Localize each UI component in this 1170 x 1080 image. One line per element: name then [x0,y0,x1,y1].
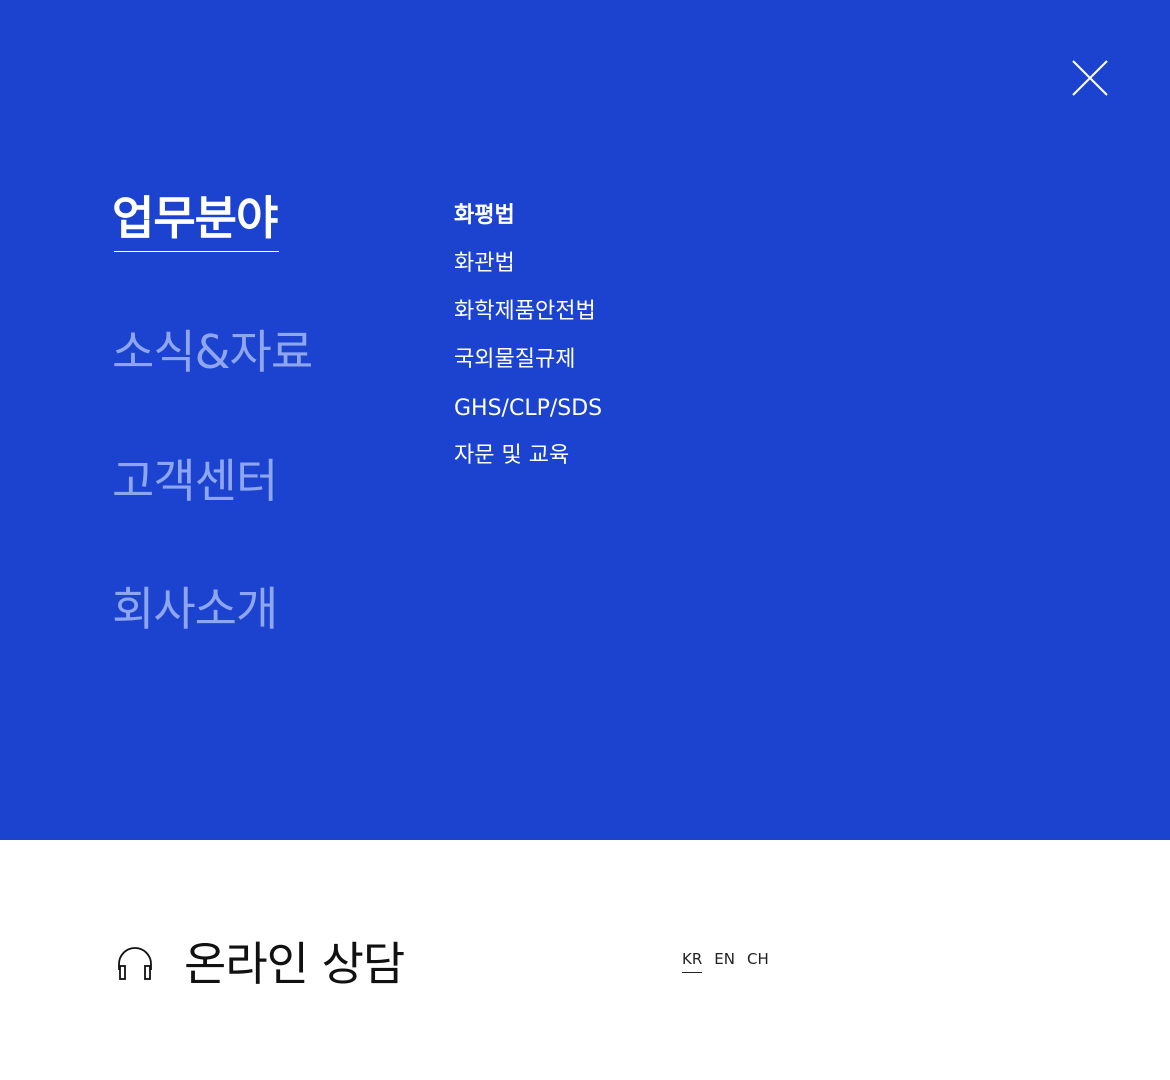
main-menu-label: 회사소개 [112,582,278,636]
sub-menu-item-product-safety-act[interactable]: 화학제품안전법 [454,296,596,328]
main-menu-item-business[interactable]: 업무분야 [112,190,280,252]
sub-menu-label: 화학제품안전법 [454,299,596,324]
main-menu-label: 고객센터 [112,454,278,508]
sub-menu-label: 자문 및 교육 [454,443,570,468]
sub-menu-label: 국외물질규제 [454,347,576,372]
online-consult-link[interactable]: 온라인 상담 [114,932,405,996]
main-menu-label: 소식&자료 [112,325,313,379]
main-menu-item-news[interactable]: 소식&자료 [112,324,313,380]
close-icon [1072,60,1108,96]
close-button[interactable] [1066,56,1112,102]
sub-menu-label: GHS/CLP/SDS [454,396,603,421]
sub-menu-label: 화평법 [454,203,515,228]
footer: 온라인 상담 KR EN CH [0,840,1170,1080]
language-en[interactable]: EN [714,949,735,973]
sub-menu-item-consulting-education[interactable]: 자문 및 교육 [454,440,569,472]
active-underline [114,251,280,252]
language-ch[interactable]: CH [747,949,769,973]
language-kr[interactable]: KR [682,949,703,973]
language-switch: KR EN CH [682,949,769,973]
headphone-icon [118,947,152,980]
online-consult-label: 온라인 상담 [184,937,405,991]
sub-menu-item-k-reach[interactable]: 화평법 [454,200,515,232]
main-menu-item-company[interactable]: 회사소개 [112,581,278,637]
sub-menu-label: 화관법 [454,251,515,276]
menu-panel: 업무분야 소식&자료 고객센터 회사소개 화평법 화관법 화학제품안전법 국외물… [0,0,1170,840]
sub-menu-item-ghs-clp-sds[interactable]: GHS/CLP/SDS [454,393,602,425]
sub-menu-item-chemical-control-act[interactable]: 화관법 [454,248,515,280]
main-menu-label: 업무분야 [112,191,278,245]
sub-menu-item-overseas-regulation[interactable]: 국외물질규제 [454,344,575,376]
main-menu-item-customer-center[interactable]: 고객센터 [112,453,278,509]
